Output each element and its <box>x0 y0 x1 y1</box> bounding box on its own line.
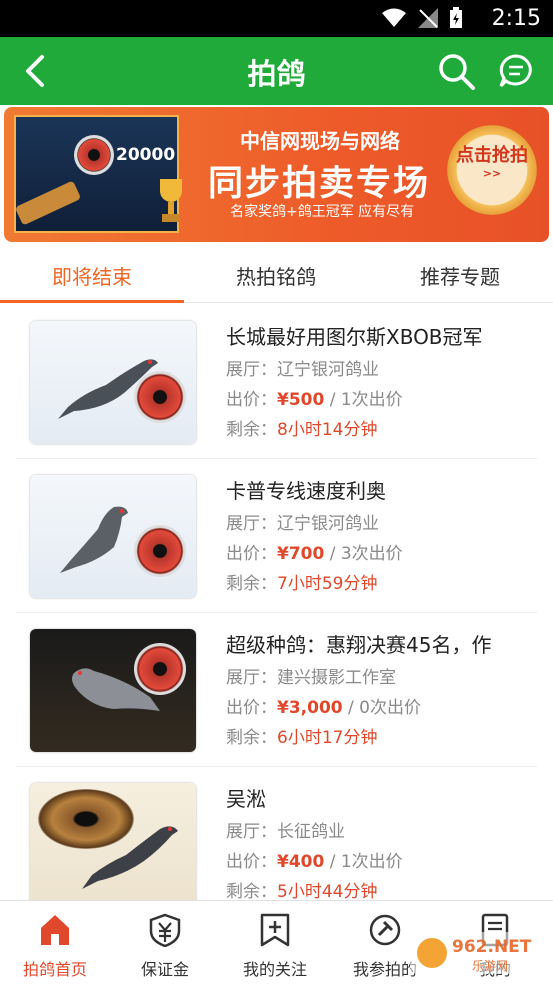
tab-ending-soon[interactable]: 即将结束 <box>0 261 184 290</box>
message-icon[interactable] <box>498 53 534 89</box>
deposit-icon <box>149 913 181 947</box>
hall-value: 长征鸽业 <box>277 822 345 842</box>
remain-label: 剩余： <box>226 728 277 748</box>
banner-line-1: 中信网现场与网络 <box>240 129 400 153</box>
list-item[interactable]: 长城最好用图尔斯XBOB冠军 展厅：辽宁银河鸽业 出价：¥500 / 1次出价 … <box>16 305 537 459</box>
pigeon-eye-image <box>134 643 186 695</box>
nav-deposit-label: 保证金 <box>140 960 189 979</box>
list-item[interactable]: 卡普专线速度利奥 展厅：辽宁银河鸽业 出价：¥700 / 3次出价 剩余：7小时… <box>16 459 537 613</box>
pigeon-image <box>82 826 178 889</box>
item-hall: 展厅：辽宁银河鸽业 <box>226 355 379 380</box>
price-value: ¥400 <box>277 852 325 872</box>
nav-deposit[interactable]: 保证金 <box>110 901 220 984</box>
pigeon-eye-image <box>134 371 186 423</box>
banner-cta-label: 点击抢拍 <box>456 145 528 166</box>
item-bid: 出价：¥500 / 1次出价 <box>226 385 403 410</box>
item-title[interactable]: 长城最好用图尔斯XBOB冠军 <box>226 321 526 350</box>
status-icons <box>381 7 463 29</box>
banner-line-2: 同步拍卖专场 <box>208 164 431 204</box>
auction-icon <box>369 914 401 946</box>
no-signal-icon <box>418 8 438 28</box>
bid-label: 出价： <box>226 390 277 410</box>
price-value: ¥500 <box>277 390 325 410</box>
svg-text:962.NET: 962.NET <box>452 937 532 957</box>
status-bar: 2:15 <box>0 0 553 37</box>
search-icon[interactable] <box>436 51 476 91</box>
banner-eye-image <box>74 135 114 175</box>
item-hall: 展厅：建兴摄影工作室 <box>226 663 396 688</box>
hall-value: 建兴摄影工作室 <box>277 668 396 688</box>
pigeon-thumbnail <box>30 783 196 906</box>
item-bid: 出价：¥3,000 / 0次出价 <box>226 693 421 718</box>
pigeon-thumbnail <box>30 321 196 444</box>
item-remaining: 剩余：6小时17分钟 <box>226 723 377 748</box>
hall-value: 辽宁银河鸽业 <box>277 360 379 380</box>
banner-cta-arrow: >> <box>482 167 502 180</box>
nav-home-label: 拍鸽首页 <box>22 960 87 979</box>
bid-label: 出价： <box>226 698 277 718</box>
remain-value: 7小时59分钟 <box>277 574 378 594</box>
tab-recommended[interactable]: 推荐专题 <box>368 261 552 290</box>
hall-label: 展厅： <box>226 822 277 842</box>
bid-count: / 3次出价 <box>324 544 403 564</box>
banner-cta-button[interactable]: 点击抢拍 >> <box>447 125 537 215</box>
svg-text:乐游网: 乐游网 <box>472 959 508 973</box>
tab-hot-auctions[interactable]: 热拍铭鸽 <box>184 261 368 290</box>
pigeon-thumbnail <box>30 475 196 598</box>
banner-screen-number: 20000 <box>116 145 176 165</box>
trophy-icon <box>160 179 182 222</box>
item-title[interactable]: 卡普专线速度利奥 <box>226 475 526 504</box>
price-value: ¥3,000 <box>277 698 343 718</box>
nav-following-label: 我的关注 <box>242 960 307 979</box>
item-title[interactable]: 吴淞 <box>226 783 526 812</box>
app-bar: 拍鸽 <box>0 37 553 105</box>
item-bid: 出价：¥700 / 3次出价 <box>226 539 403 564</box>
home-icon <box>41 915 69 945</box>
item-remaining: 剩余：5小时44分钟 <box>226 877 377 902</box>
remain-value: 5小时44分钟 <box>277 882 378 902</box>
list-item[interactable]: 超级种鸽：惠翔决赛45名，作 展厅：建兴摄影工作室 出价：¥3,000 / 0次… <box>16 613 537 767</box>
price-value: ¥700 <box>277 544 325 564</box>
bid-label: 出价： <box>226 544 277 564</box>
bookmark-add-icon <box>260 913 290 947</box>
item-title[interactable]: 超级种鸽：惠翔决赛45名，作 <box>226 629 526 658</box>
remain-value: 6小时17分钟 <box>277 728 378 748</box>
remain-value: 8小时14分钟 <box>277 420 378 440</box>
item-bid: 出价：¥400 / 1次出价 <box>226 847 403 872</box>
item-hall: 展厅：辽宁银河鸽业 <box>226 509 379 534</box>
wifi-icon <box>382 8 406 27</box>
list-item[interactable]: 吴淞 展厅：长征鸽业 出价：¥400 / 1次出价 剩余：5小时44分钟 <box>16 767 537 921</box>
tab-bar: 即将结束 热拍铭鸽 推荐专题 <box>0 245 553 303</box>
item-remaining: 剩余：8小时14分钟 <box>226 415 377 440</box>
promo-banner[interactable]: 20000 中信网现场与网络 同步拍卖专场 名家奖鸽+鸽王冠军 应有尽有 点击抢… <box>4 107 549 242</box>
remain-label: 剩余： <box>226 420 277 440</box>
bid-count: / 1次出价 <box>324 852 403 872</box>
hall-value: 辽宁银河鸽业 <box>277 514 379 534</box>
bid-count: / 1次出价 <box>324 390 403 410</box>
hall-label: 展厅： <box>226 668 277 688</box>
tab-active-indicator <box>0 300 184 303</box>
status-time: 2:15 <box>491 6 541 31</box>
nav-home[interactable]: 拍鸽首页 <box>0 901 110 984</box>
hall-label: 展厅： <box>226 514 277 534</box>
pigeon-thumbnail <box>30 629 196 752</box>
battery-charging-icon <box>450 7 462 28</box>
nav-following[interactable]: 我的关注 <box>220 901 330 984</box>
bid-count: / 0次出价 <box>342 698 421 718</box>
bid-label: 出价： <box>226 852 277 872</box>
item-remaining: 剩余：7小时59分钟 <box>226 569 377 594</box>
remain-label: 剩余： <box>226 574 277 594</box>
banner-line-3: 名家奖鸽+鸽王冠军 应有尽有 <box>230 204 415 220</box>
remain-label: 剩余： <box>226 882 277 902</box>
hall-label: 展厅： <box>226 360 277 380</box>
item-hall: 展厅：长征鸽业 <box>226 817 345 842</box>
pigeon-eye-image <box>134 525 186 577</box>
watermark-logo: 962.NET 乐游网 <box>410 932 550 974</box>
